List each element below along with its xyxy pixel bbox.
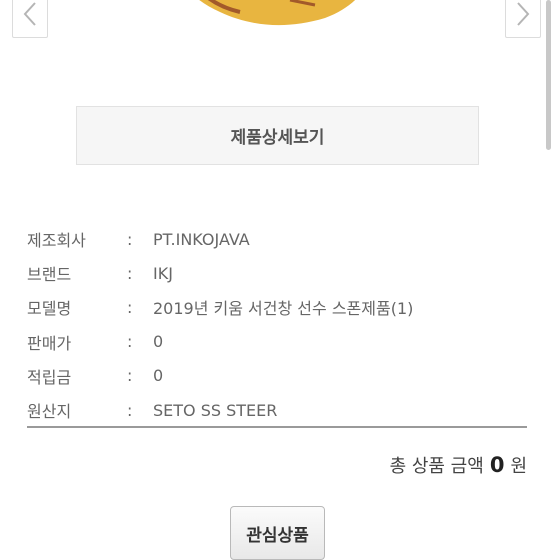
total-prefix: 총 상품 금액 [389,456,484,477]
spec-row-origin: 원산지 : SETO SS STEER [27,393,527,427]
spec-separator: : [127,263,133,283]
gallery-next-button[interactable] [505,0,541,38]
total-unit: 원 [510,456,527,477]
divider [27,426,527,428]
spec-value: 0 [153,332,164,352]
product-detail-button[interactable]: 제품상세보기 [76,106,479,165]
spec-value: IKJ [153,263,173,283]
spec-label: 브랜드 [27,265,72,285]
product-image [199,0,355,26]
spec-separator: : [127,332,133,352]
spec-separator: : [127,297,133,317]
spec-value: 2019년 키움 서건창 선수 스폰제품(1) [153,299,414,319]
scrollbar-thumb[interactable] [546,0,551,150]
spec-separator: : [127,229,133,249]
spec-label: 판매가 [27,333,72,353]
product-spec-list: 제조회사 : PT.INKOJAVA 브랜드 : IKJ 모델명 : 2019년… [27,222,527,427]
spec-row-model: 모델명 : 2019년 키움 서건창 선수 스폰제품(1) [27,290,527,324]
gallery-prev-button[interactable] [12,0,48,38]
spec-value: SETO SS STEER [153,400,278,420]
spec-separator: : [127,400,133,420]
spec-row-manufacturer: 제조회사 : PT.INKOJAVA [27,222,527,256]
spec-row-brand: 브랜드 : IKJ [27,256,527,290]
chevron-right-icon [517,2,530,26]
spec-row-price: 판매가 : 0 [27,325,527,359]
spec-label: 모델명 [27,299,72,319]
total-amount: 0 [489,453,505,477]
spec-label: 제조회사 [27,231,86,251]
total-price: 총 상품 금액 0 원 [390,452,527,478]
chevron-left-icon [23,2,36,26]
spec-row-points: 적립금 : 0 [27,359,527,393]
spec-value: PT.INKOJAVA [153,229,250,249]
spec-separator: : [127,366,133,386]
spec-label: 원산지 [27,402,72,422]
wishlist-button[interactable]: 관심상품 [230,506,325,560]
spec-value: 0 [153,366,164,386]
spec-label: 적립금 [27,367,72,387]
